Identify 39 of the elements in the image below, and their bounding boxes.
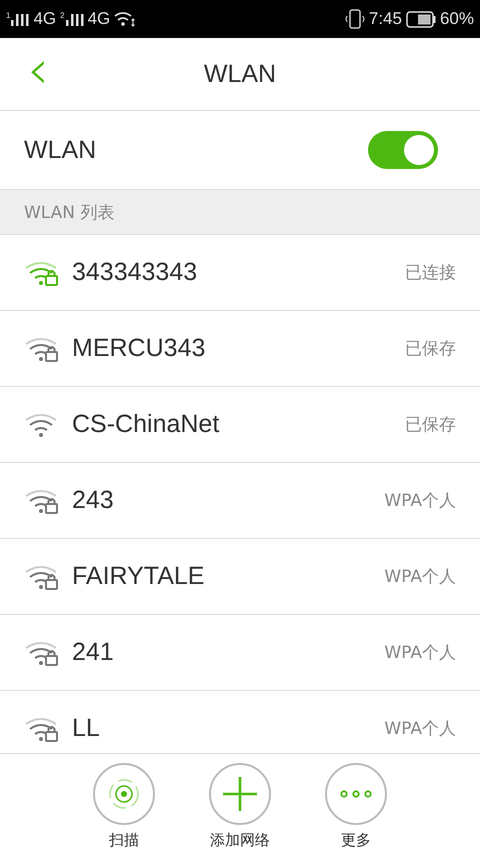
vibrate-icon (344, 9, 365, 29)
network-name: LL (72, 714, 101, 743)
signal-icon (66, 12, 84, 26)
radar-icon (108, 778, 140, 810)
network-status: 已保存 (405, 414, 456, 436)
network-name: 243 (72, 486, 115, 515)
network-row[interactable]: CS-ChinaNet 已保存 (0, 387, 480, 463)
battery-icon (406, 10, 436, 28)
wlan-label: WLAN (24, 136, 96, 164)
network-status: 已连接 (405, 262, 456, 284)
network-name: 241 (72, 638, 115, 667)
signal-icon (11, 12, 30, 26)
sim-slot: 2 (60, 11, 65, 20)
clock: 7:45 (368, 9, 402, 29)
sim-slot: 1 (6, 11, 10, 20)
network-row[interactable]: FAIRYTALE WPA个人 (0, 539, 480, 615)
network-status: WPA个人 (384, 718, 456, 740)
battery-percent: 60% (440, 9, 474, 29)
network-type: 4G (88, 9, 110, 29)
network-status: WPA个人 (384, 566, 456, 588)
network-row[interactable]: 241 WPA个人 (0, 615, 480, 691)
network-row[interactable]: 343343343 已连接 (0, 235, 480, 311)
network-row[interactable]: LL WPA个人 (0, 691, 480, 753)
network-status: WPA个人 (384, 490, 456, 512)
page-title: WLAN (204, 60, 276, 88)
network-row[interactable]: MERCU343 已保存 (0, 311, 480, 387)
network-type: 4G (33, 9, 56, 29)
network-name: 343343343 (72, 258, 198, 287)
network-row[interactable]: 243 WPA个人 (0, 463, 480, 539)
wlan-toggle[interactable] (368, 131, 438, 169)
plus-icon (223, 777, 257, 811)
section-title: WLAN 列表 (24, 202, 114, 224)
network-status: 已保存 (405, 338, 456, 360)
network-name: MERCU343 (72, 334, 206, 363)
network-name: CS-ChinaNet (72, 410, 220, 439)
network-name: FAIRYTALE (72, 562, 206, 591)
more-icon (340, 790, 372, 798)
wifi-icon (114, 11, 136, 27)
network-status: WPA个人 (384, 642, 456, 664)
